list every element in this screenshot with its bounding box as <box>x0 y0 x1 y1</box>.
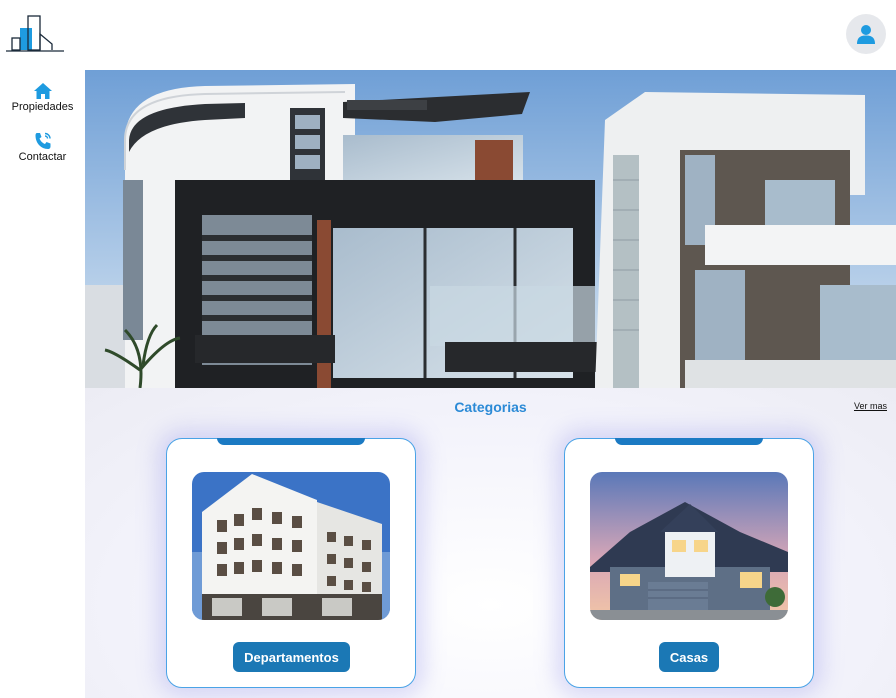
sidebar: Propiedades Contactar <box>0 70 85 698</box>
card-tab <box>615 438 763 445</box>
house-image <box>590 472 788 620</box>
user-icon <box>857 25 875 44</box>
categories-section: Categorias Ver mas Departamentos Casas <box>85 388 896 698</box>
phone-icon <box>35 132 51 149</box>
hero-image <box>85 70 896 388</box>
category-card-departamentos[interactable]: Departamentos <box>166 438 416 688</box>
section-title: Categorias <box>454 399 527 415</box>
user-profile-button[interactable] <box>846 14 886 54</box>
sidebar-item-label: Propiedades <box>11 101 74 113</box>
casas-button[interactable]: Casas <box>659 642 719 672</box>
logo[interactable] <box>6 14 66 54</box>
home-icon <box>33 83 52 99</box>
top-header <box>0 0 896 70</box>
sidebar-item-contactar[interactable]: Contactar <box>0 132 85 163</box>
sidebar-item-label: Contactar <box>18 151 67 163</box>
departamentos-button[interactable]: Departamentos <box>233 642 350 672</box>
ver-mas-link[interactable]: Ver mas <box>854 401 887 411</box>
category-card-casas[interactable]: Casas <box>564 438 814 688</box>
sidebar-item-propiedades[interactable]: Propiedades <box>0 82 85 113</box>
card-tab <box>217 438 365 445</box>
apartment-building-image <box>192 472 390 620</box>
